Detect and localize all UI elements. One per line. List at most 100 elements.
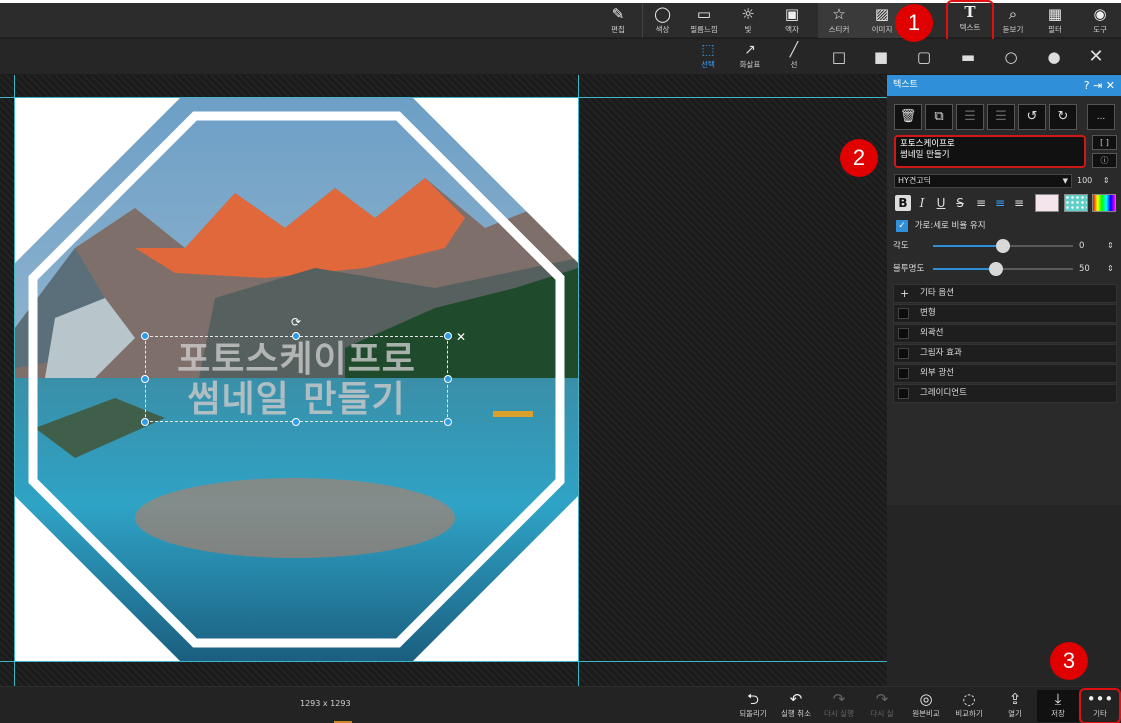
- keep-ratio-checkbox[interactable]: ✓ 가로:세로 비율 유지: [896, 219, 986, 233]
- image-dimensions: 1293 x 1293: [300, 699, 351, 708]
- tool-color[interactable]: ◯ 색상: [642, 4, 682, 38]
- open-button[interactable]: ⇪ 열기: [994, 690, 1036, 722]
- bring-forward-button[interactable]: ☰: [956, 104, 984, 130]
- original-icon: ◎: [919, 690, 933, 708]
- underline-button[interactable]: U: [933, 195, 949, 211]
- line-tool[interactable]: ╱ 선: [776, 41, 812, 73]
- angle-slider-knob[interactable]: [996, 239, 1010, 253]
- strike-button[interactable]: S: [952, 195, 968, 211]
- duplicate-button[interactable]: ⧉: [925, 104, 953, 130]
- panel-header: 텍스트 ? ⇥ ✕: [887, 75, 1121, 96]
- rotate-right-button[interactable]: ↻: [1049, 104, 1077, 130]
- info-button[interactable]: ⓘ: [1092, 153, 1117, 168]
- save-button[interactable]: ⤓ 저장: [1037, 690, 1079, 722]
- revert-button[interactable]: ⮌ 되돌리기: [732, 690, 774, 722]
- panel-title: 텍스트: [893, 80, 918, 90]
- option-transform[interactable]: 변형: [893, 304, 1117, 323]
- ellipse-outline-tool[interactable]: ○: [1000, 47, 1022, 67]
- tool-edit[interactable]: ✎ 편집: [598, 4, 638, 38]
- compare-button[interactable]: ◌ 비교하기: [948, 690, 990, 722]
- keep-ratio-label: 가로:세로 비율 유지: [914, 221, 986, 231]
- rect-filled-tool[interactable]: ■: [870, 47, 892, 67]
- tool-sticker[interactable]: ☆ 스티커: [819, 4, 859, 38]
- resize-handle-tl[interactable]: [141, 332, 149, 340]
- delete-button[interactable]: 🗑: [894, 104, 922, 130]
- roundrect-outline-tool[interactable]: ▢: [913, 47, 935, 67]
- angle-spin-icon[interactable]: ⇕: [1107, 238, 1114, 254]
- rotate-left-button[interactable]: ↺: [1018, 104, 1046, 130]
- select-tool[interactable]: ⬚ 선택: [690, 41, 726, 73]
- check-icon: ✓: [896, 219, 908, 232]
- guide-line-bottom: [0, 661, 887, 662]
- tool-filter[interactable]: ▦ 필터: [1035, 4, 1075, 38]
- bring-forward-icon: ☰: [964, 109, 976, 124]
- option-gradient[interactable]: 그레이디언트: [893, 384, 1117, 403]
- option-shadow[interactable]: 그림자 효과: [893, 344, 1117, 363]
- more-button[interactable]: ••• 기타: [1079, 688, 1121, 723]
- redo-icon: ↷: [832, 690, 846, 708]
- tool-film[interactable]: ▭ 필름느낌: [684, 4, 724, 38]
- more-actions-button[interactable]: ...: [1087, 104, 1115, 130]
- close-subtoolbar-button[interactable]: ✕: [1085, 47, 1107, 67]
- align-center-icon: ≡: [994, 196, 1006, 210]
- info-icon: ⓘ: [1100, 156, 1109, 165]
- original-compare-button[interactable]: ◎ 원본비교: [905, 690, 947, 722]
- redo-button[interactable]: ↷ 다시 실행: [818, 690, 860, 722]
- align-center-button[interactable]: ≡: [992, 195, 1008, 211]
- edit-icon: ✎: [611, 5, 625, 23]
- resize-handle-bl[interactable]: [141, 418, 149, 426]
- gradient-swatch[interactable]: [1092, 194, 1116, 212]
- redo-all-button[interactable]: ↷ 다시 실: [861, 690, 903, 722]
- arrow-icon: ↗: [744, 42, 756, 58]
- selection-box[interactable]: [145, 336, 448, 422]
- undo-button[interactable]: ↶ 실행 취소: [775, 690, 817, 722]
- align-left-icon: ≡: [975, 196, 987, 210]
- opacity-spin-icon[interactable]: ⇕: [1107, 261, 1114, 277]
- chevron-down-icon: ▼: [1062, 177, 1068, 185]
- tool-text[interactable]: T 텍스트: [946, 0, 994, 44]
- tool-magnifier[interactable]: ⌕ 돋보기: [993, 4, 1033, 38]
- photoscape-window: ✎ 편집 ◯ 색상 ▭ 필름느낌 ☼ 빛 ▣ 액자 ☆ 스티커 ▨ 이미지 T: [0, 0, 1121, 723]
- guide-line-right: [578, 75, 579, 686]
- angle-slider[interactable]: [933, 239, 1073, 253]
- arrow-tool[interactable]: ↗ 화살표: [732, 41, 768, 73]
- resize-handle-br[interactable]: [444, 418, 452, 426]
- resize-handle-l[interactable]: [141, 375, 149, 383]
- align-right-button[interactable]: ≡: [1011, 195, 1027, 211]
- send-backward-button[interactable]: ☰: [987, 104, 1015, 130]
- help-icon[interactable]: ?: [1084, 79, 1090, 92]
- panel-close-icon[interactable]: ✕: [1106, 79, 1115, 92]
- resize-handle-r[interactable]: [444, 375, 452, 383]
- opacity-slider-knob[interactable]: [989, 262, 1003, 276]
- resize-handle-b[interactable]: [292, 418, 300, 426]
- option-outer-glow[interactable]: 외부 광선: [893, 364, 1117, 383]
- roundrect-filled-tool[interactable]: ▬: [957, 47, 979, 67]
- italic-button[interactable]: I: [914, 195, 930, 211]
- text-color-swatch[interactable]: [1035, 194, 1059, 212]
- resize-handle-t[interactable]: [292, 332, 300, 340]
- resize-handle-tr[interactable]: [444, 332, 452, 340]
- bracket-button[interactable]: [ ]: [1092, 135, 1117, 150]
- font-size-stepper[interactable]: 100 ⇕: [1077, 174, 1117, 188]
- callout-badge-2: 2: [840, 139, 878, 177]
- rect-outline-tool[interactable]: □: [828, 47, 850, 67]
- option-outline[interactable]: 외곽선: [893, 324, 1117, 343]
- delete-object-icon[interactable]: ✕: [456, 330, 466, 344]
- text-panel: 텍스트 ? ⇥ ✕ 🗑 ⧉ ☰ ☰ ↺ ↻ ... 포토스케이프로 썸네일 만들…: [887, 75, 1121, 686]
- text-input[interactable]: 포토스케이프로 썸네일 만들기: [894, 135, 1086, 168]
- tool-tools[interactable]: ◉ 도구: [1080, 4, 1120, 38]
- bold-button[interactable]: B: [895, 195, 911, 211]
- tool-light[interactable]: ☼ 빛: [728, 4, 768, 38]
- pattern-swatch[interactable]: [1064, 194, 1088, 212]
- text-icon: T: [964, 3, 976, 21]
- pin-icon[interactable]: ⇥: [1093, 79, 1102, 92]
- more-options-row[interactable]: + 기타 옵션: [893, 284, 1117, 303]
- rotate-handle-icon[interactable]: ⟳: [289, 315, 303, 329]
- tool-frame[interactable]: ▣ 액자: [772, 4, 812, 38]
- ellipse-filled-tool[interactable]: ●: [1043, 47, 1065, 67]
- magnifier-icon: ⌕: [1008, 5, 1018, 23]
- opacity-slider[interactable]: [933, 262, 1073, 276]
- color-icon: ◯: [654, 5, 671, 23]
- font-select[interactable]: HY견고딕 ▼: [894, 174, 1072, 188]
- align-left-button[interactable]: ≡: [973, 195, 989, 211]
